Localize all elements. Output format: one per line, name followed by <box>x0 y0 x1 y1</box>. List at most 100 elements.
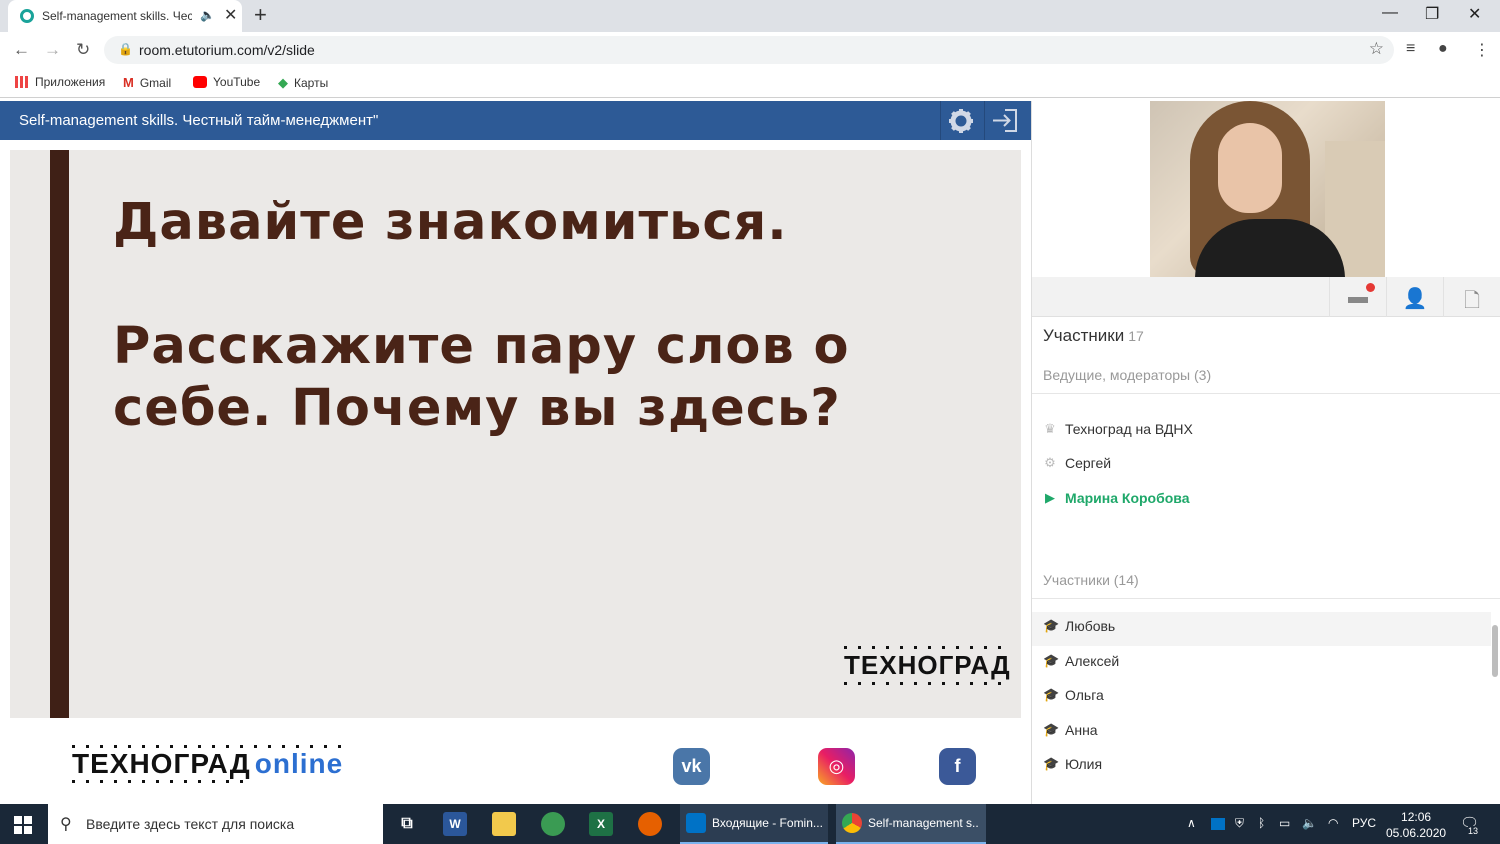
apps-grid-icon <box>15 76 29 88</box>
student-cap-icon: 🎓 <box>1043 756 1060 771</box>
gmail-icon: M <box>123 75 134 90</box>
media-control-icon[interactable]: ≡ <box>1406 40 1415 58</box>
participant-item[interactable]: 🎓 Любовь <box>1043 618 1115 634</box>
host-item-speaking[interactable]: ▶ Марина Коробова <box>1043 490 1190 506</box>
tab-participants[interactable]: 👤 <box>1386 277 1443 317</box>
clock-time: 12:06 <box>1401 810 1432 824</box>
student-cap-icon: 🎓 <box>1043 653 1060 668</box>
taskbar-outlook[interactable]: Входящие - Fomin... <box>680 804 828 844</box>
wifi-icon[interactable]: ◠ <box>1328 816 1338 830</box>
participant-item[interactable]: 🎓 Ольга <box>1043 687 1104 703</box>
reload-icon[interactable]: ↻ <box>76 40 90 60</box>
bookmark-gmail[interactable]: M Gmail <box>123 75 171 90</box>
chrome-icon <box>842 813 862 833</box>
browser-tab-strip: Self-management skills. Чест 🔈 ✕ + — ❐ ✕ <box>0 0 1500 32</box>
close-tab-icon[interactable]: ✕ <box>224 5 237 25</box>
room-header: Self-management skills. Честный тайм-мен… <box>0 101 1031 140</box>
participants-section-label: Участники (14) <box>1043 572 1139 588</box>
windows-start-icon[interactable] <box>14 816 32 834</box>
bookmark-label: Карты <box>294 76 329 90</box>
gear-icon <box>949 109 973 133</box>
host-name: Сергей <box>1065 455 1112 471</box>
browser-tab[interactable]: Self-management skills. Чест 🔈 ✕ <box>8 0 242 32</box>
divider <box>1032 598 1500 599</box>
slide-accent-bar <box>50 150 69 718</box>
panel-scrollbar[interactable] <box>1492 625 1498 677</box>
taskbar-search-box[interactable]: ⚲ Введите здесь текст для поиска <box>48 804 383 844</box>
forward-icon[interactable]: → <box>44 40 61 60</box>
bluetooth-icon[interactable]: ᛒ <box>1258 816 1265 830</box>
maps-icon: ◆ <box>278 75 288 90</box>
participant-name: Алексей <box>1065 653 1120 669</box>
notifications-count: 13 <box>1468 826 1479 836</box>
tab-files[interactable]: 🗋 <box>1443 277 1500 317</box>
room-footer: ТЕХНОГРАД online vk ◎ f <box>0 718 1031 804</box>
slide-logo-text: ТЕХНОГРАД <box>844 650 1011 680</box>
vk-icon[interactable]: vk <box>673 748 710 785</box>
participant-name: Любовь <box>1065 618 1116 634</box>
participants-title: Участники 17 <box>1043 326 1144 346</box>
user-icon: 👤 <box>1402 288 1428 310</box>
close-window-icon[interactable]: ✕ <box>1468 4 1481 24</box>
bookmark-star-icon[interactable]: ☆ <box>1369 39 1384 59</box>
volume-icon[interactable]: 🔈 <box>1302 816 1317 830</box>
bookmark-label: Gmail <box>139 75 172 90</box>
bookmarks-bar: Приложения M Gmail YouTube ◆ Карты <box>0 68 1500 98</box>
clock-date: 05.06.2020 <box>1386 826 1447 840</box>
new-tab-button[interactable]: + <box>254 2 267 28</box>
presentation-slide: Давайте знакомиться. Расскажите пару сло… <box>10 150 1021 718</box>
chat-icon: ▬ <box>1348 286 1368 308</box>
tray-expand-icon[interactable]: ∧ <box>1187 816 1196 830</box>
browser-toolbar: ← → ↻ 🔒 room.etutorium.com/v2/slide ☆ <box>0 32 1500 68</box>
bookmark-apps[interactable]: Приложения <box>15 75 105 89</box>
bookmark-maps[interactable]: ◆ Карты <box>278 75 328 91</box>
word-icon[interactable]: W <box>443 812 467 836</box>
search-icon: ⚲ <box>60 816 72 833</box>
site-favicon-icon <box>20 9 34 23</box>
taskbar-clock[interactable]: 12:06 05.06.2020 <box>1386 809 1446 841</box>
outlook-icon <box>686 813 706 833</box>
minimize-icon[interactable]: — <box>1382 4 1398 22</box>
speaker-icon[interactable]: 🔈 <box>200 8 215 22</box>
exit-button[interactable] <box>984 101 1024 140</box>
participant-item[interactable]: 🎓 Юлия <box>1043 756 1102 772</box>
participants-panel: ▬ 👤 🗋 Участники 17 Ведущие, модераторы (3… <box>1031 101 1500 804</box>
search-placeholder: Введите здесь текст для поиска <box>86 816 295 832</box>
facebook-icon[interactable]: f <box>939 748 976 785</box>
instagram-icon[interactable]: ◎ <box>818 748 855 785</box>
profile-icon[interactable]: ● <box>1438 40 1448 58</box>
slide-heading: Давайте знакомиться. <box>113 193 788 252</box>
student-cap-icon: 🎓 <box>1043 687 1060 702</box>
participant-name: Юлия <box>1065 756 1103 772</box>
menu-icon[interactable]: ⋮ <box>1474 40 1490 60</box>
host-name: Марина Коробова <box>1065 490 1190 506</box>
youtube-icon <box>193 76 207 88</box>
maps-app-icon[interactable] <box>541 812 565 836</box>
bookmark-youtube[interactable]: YouTube <box>193 75 260 89</box>
file-explorer-icon[interactable] <box>492 812 516 836</box>
outlook-tray-icon[interactable] <box>1211 818 1225 830</box>
student-cap-icon: 🎓 <box>1043 618 1060 633</box>
tab-chat[interactable]: ▬ <box>1329 277 1386 317</box>
exit-icon <box>993 109 1017 132</box>
footer-logo-text: ТЕХНОГРАД <box>72 748 251 779</box>
settings-button[interactable] <box>940 101 980 140</box>
task-view-icon[interactable]: ⧉ <box>395 812 419 836</box>
host-item[interactable]: ♛ Техноград на ВДНХ <box>1043 421 1193 437</box>
firefox-icon[interactable] <box>638 812 662 836</box>
battery-icon[interactable]: ▭ <box>1279 816 1290 830</box>
tab-title: Self-management skills. Чест <box>42 9 192 23</box>
language-indicator[interactable]: РУС <box>1352 816 1376 830</box>
participant-item[interactable]: 🎓 Анна <box>1043 722 1098 738</box>
taskbar-chrome[interactable]: Self-management s... <box>836 804 986 844</box>
presenter-video <box>1150 101 1385 277</box>
unread-badge <box>1366 283 1375 292</box>
back-icon[interactable]: ← <box>13 40 30 60</box>
participant-item[interactable]: 🎓 Алексей <box>1043 653 1119 669</box>
host-item[interactable]: ⚙ Сергей <box>1043 455 1111 471</box>
defender-icon[interactable]: ⛨ <box>1235 816 1244 831</box>
hosts-section-label: Ведущие, модераторы (3) <box>1043 367 1212 383</box>
address-bar[interactable]: 🔒 room.etutorium.com/v2/slide ☆ <box>104 36 1394 64</box>
excel-icon[interactable]: X <box>589 812 613 836</box>
restore-icon[interactable]: ❐ <box>1425 4 1439 24</box>
